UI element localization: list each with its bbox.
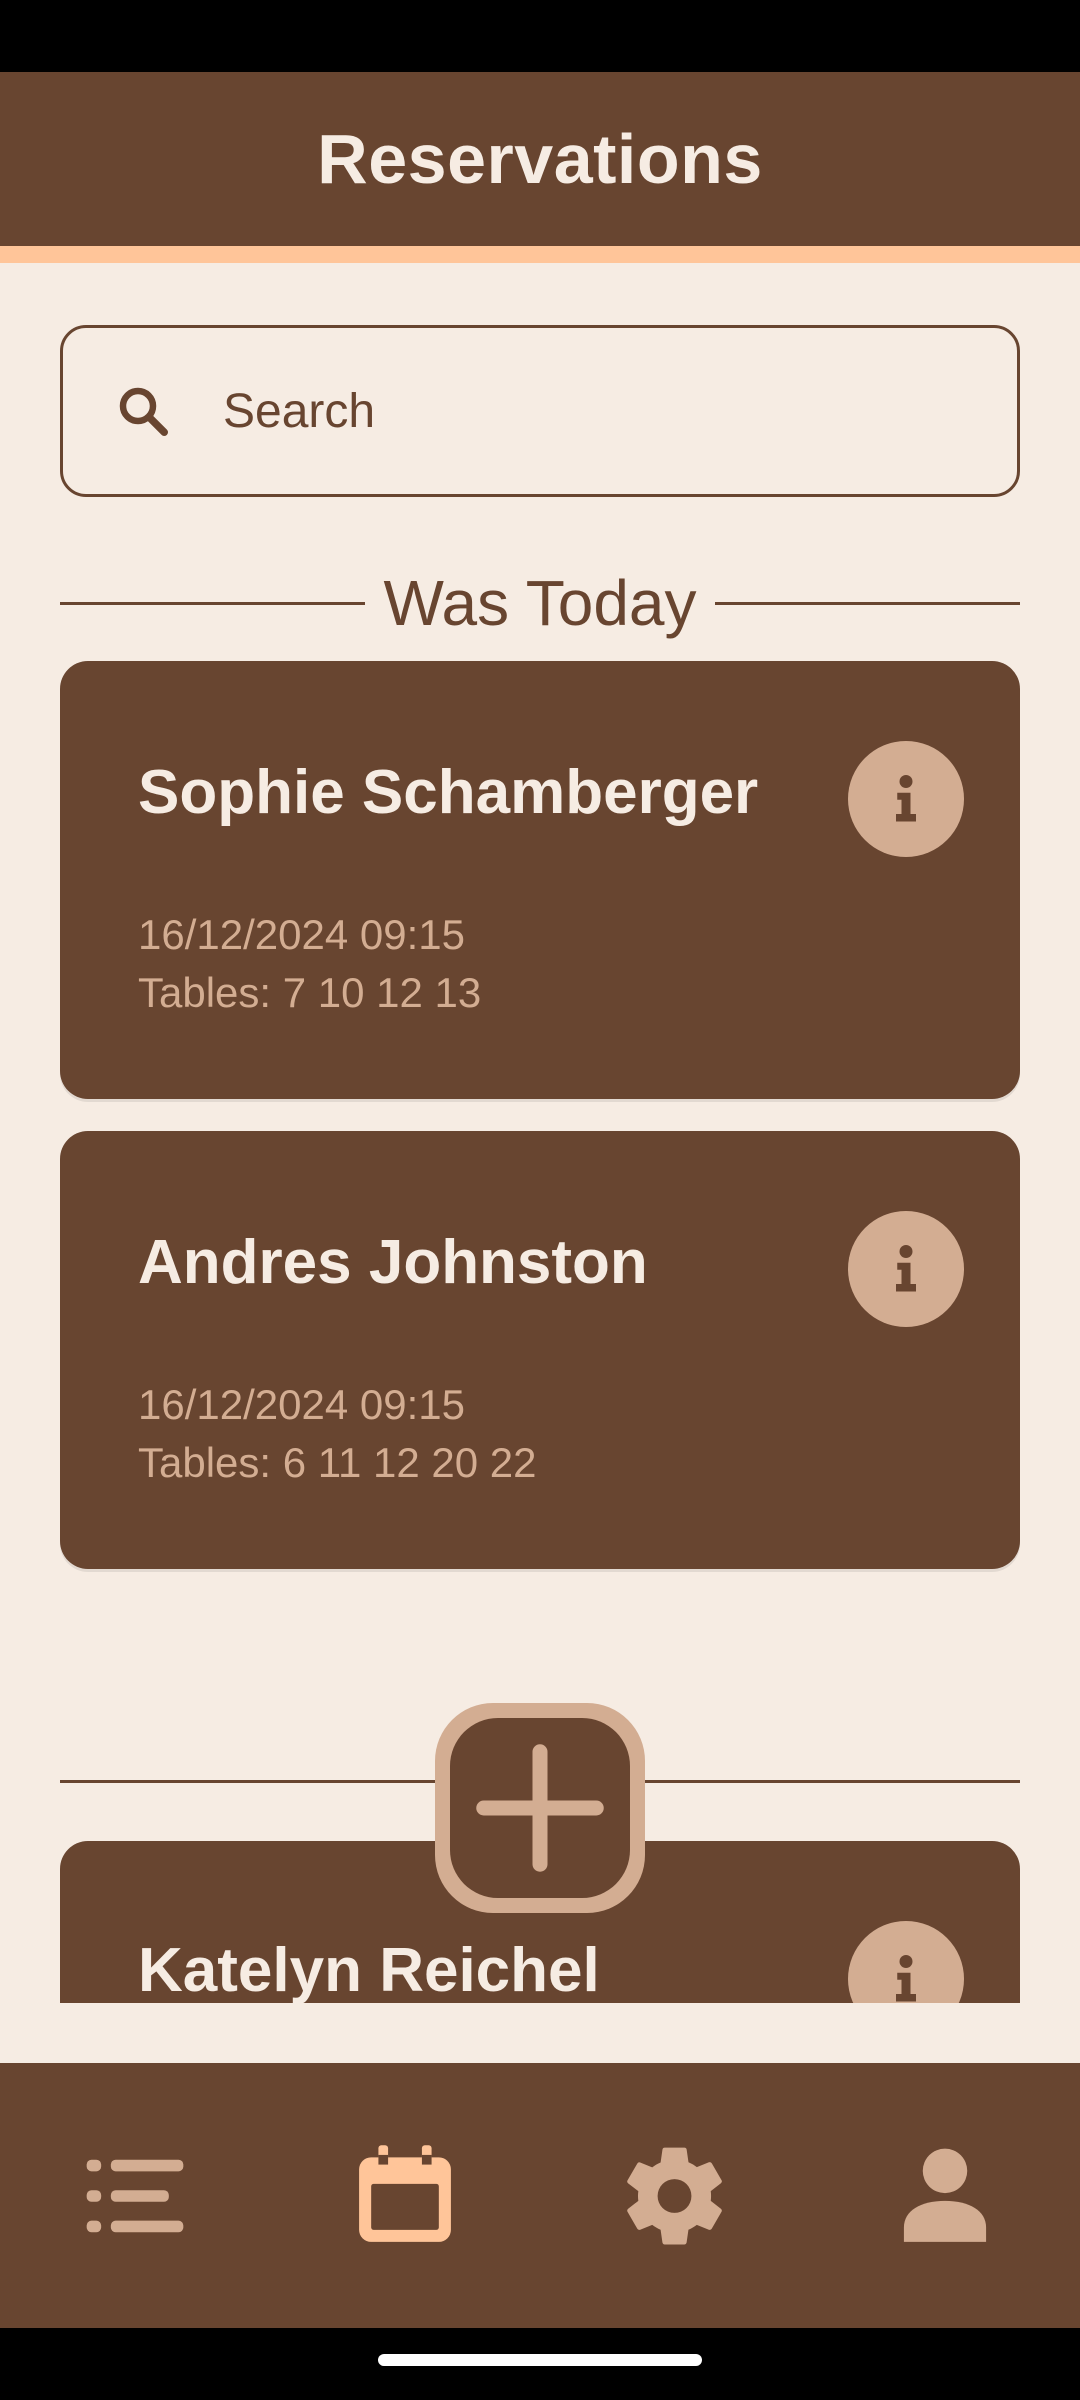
calendar-icon [359, 2144, 451, 2242]
info-button[interactable] [848, 1211, 964, 1327]
reservation-datetime: 16/12/2024 09:15 [138, 911, 465, 958]
gear-icon [627, 2147, 722, 2245]
list-bottom-mask [0, 2003, 1080, 2063]
nav-item-list[interactable] [35, 2096, 235, 2296]
nav-item-calendar[interactable] [305, 2096, 505, 2296]
app-bar: Reservations [0, 72, 1080, 246]
add-reservation-button-inner [450, 1718, 630, 1898]
reservations-list[interactable]: Search Was Today Sophie Schamberger 16/1… [0, 263, 1080, 2063]
info-icon [896, 1245, 916, 1292]
reservation-card[interactable]: Andres Johnston 16/12/2024 09:15 Tables:… [60, 1131, 1020, 1569]
search-icon [119, 387, 168, 436]
nav-item-settings[interactable] [575, 2096, 775, 2296]
search-placeholder: Search [223, 384, 376, 438]
reservation-tables: Tables: 6 11 12 20 22 [138, 1439, 537, 1486]
info-button[interactable] [848, 741, 964, 857]
reservation-card[interactable]: Sophie Schamberger 16/12/2024 09:15 Tabl… [60, 661, 1020, 1099]
person-icon [903, 2148, 987, 2242]
home-gesture-handle[interactable] [378, 2354, 702, 2366]
nav-item-profile[interactable] [845, 2096, 1045, 2296]
list-icon [86, 2159, 184, 2232]
divider-rule-left [60, 601, 366, 605]
page-title: Reservations [317, 120, 763, 198]
bottom-navigation [0, 2063, 1080, 2328]
info-icon [896, 775, 916, 822]
search-input[interactable]: Search [60, 325, 1020, 497]
add-reservation-button[interactable] [435, 1703, 645, 1913]
divider-rule-right [714, 601, 1020, 605]
status-bar [0, 0, 1080, 72]
plus-icon [476, 1744, 604, 1872]
section-divider-was-today: Was Today [60, 563, 1020, 643]
reservation-datetime: 16/12/2024 09:15 [138, 1381, 465, 1428]
reservation-tables: Tables: 7 10 12 13 [138, 969, 482, 1016]
reservation-name: Katelyn Reichel [138, 1936, 600, 2005]
app-bar-accent-line [0, 246, 1080, 263]
gesture-navigation-area [0, 2328, 1080, 2400]
info-icon [896, 1955, 916, 2002]
section-label: Was Today [383, 567, 697, 639]
reservation-name: Andres Johnston [138, 1228, 648, 1297]
reservation-name: Sophie Schamberger [138, 758, 759, 827]
